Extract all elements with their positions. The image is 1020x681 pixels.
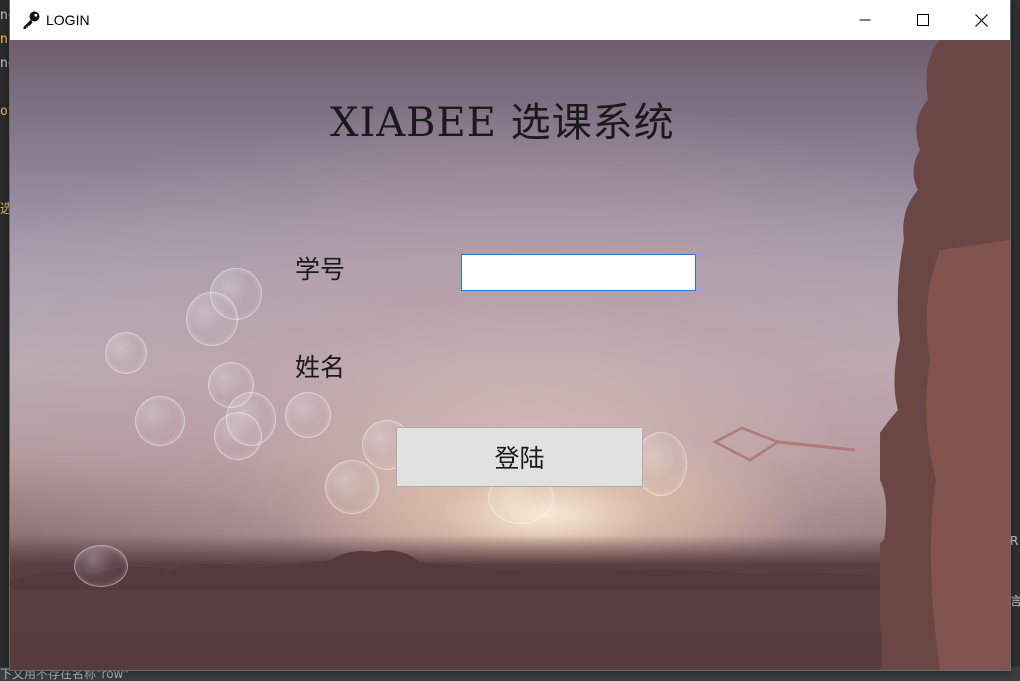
bubble-decoration bbox=[285, 392, 331, 438]
close-icon bbox=[974, 13, 988, 27]
bubble-decoration bbox=[135, 396, 185, 446]
window-title: LOGIN bbox=[46, 12, 90, 28]
bubble-wand bbox=[712, 426, 856, 462]
bubble-decoration bbox=[74, 545, 128, 587]
student-id-label: 学号 bbox=[295, 255, 346, 284]
bubble-decoration bbox=[214, 412, 262, 460]
background-trees bbox=[10, 550, 1010, 590]
maximize-button[interactable] bbox=[894, 0, 952, 40]
bubble-decoration bbox=[325, 460, 379, 514]
login-window: LOGIN XIABEE 选课系统 学号 姓名 登陆 bbox=[10, 0, 1010, 670]
login-button[interactable]: 登陆 bbox=[396, 427, 643, 487]
bubble-decoration bbox=[186, 292, 238, 346]
background-person bbox=[880, 40, 1010, 670]
name-label: 姓名 bbox=[295, 353, 346, 382]
key-icon bbox=[16, 0, 46, 40]
window-controls bbox=[836, 0, 1010, 40]
editor-code-fragment: 言 bbox=[1010, 594, 1020, 608]
student-id-input[interactable] bbox=[461, 254, 696, 291]
title-bar[interactable]: LOGIN bbox=[10, 0, 1010, 40]
minimize-icon bbox=[859, 19, 871, 21]
maximize-icon bbox=[917, 14, 929, 26]
editor-code-fragment: R bbox=[1010, 534, 1019, 548]
app-title: XIABEE 选课系统 bbox=[330, 100, 675, 146]
close-button[interactable] bbox=[952, 0, 1010, 40]
bubble-decoration bbox=[105, 332, 147, 374]
minimize-button[interactable] bbox=[836, 0, 894, 40]
login-panel: XIABEE 选课系统 学号 姓名 登陆 bbox=[10, 40, 1010, 670]
